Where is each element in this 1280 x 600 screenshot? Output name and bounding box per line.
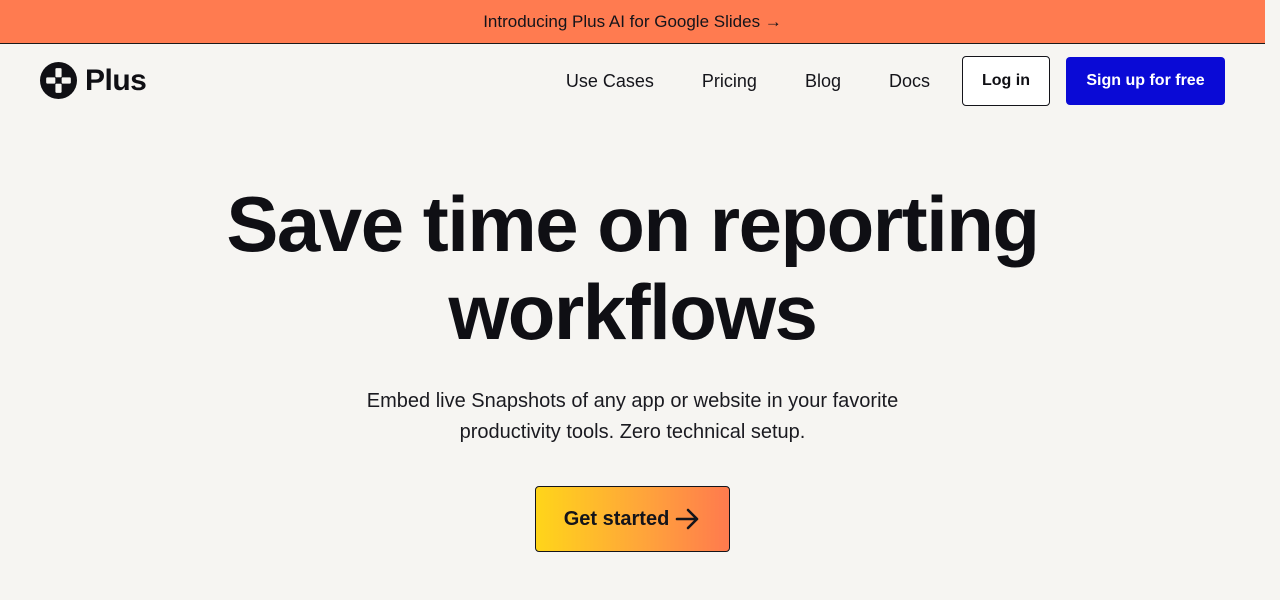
plus-logo-icon <box>40 62 77 99</box>
announcement-banner[interactable]: Introducing Plus AI for Google Slides → <box>0 0 1265 44</box>
brand-logo[interactable]: Plus <box>40 62 147 99</box>
brand-name: Plus <box>85 63 147 97</box>
headline-line-2: workflows <box>448 268 818 356</box>
headline-line-1: Save time on reporting <box>226 180 1040 268</box>
subhead-line-2: productivity tools. Zero technical setup… <box>459 421 806 443</box>
hero-subheading: Embed live Snapshots of any app or websi… <box>333 386 933 448</box>
hero-section: Save time on reporting workflows Embed l… <box>0 180 1265 448</box>
nav-links: Use Cases Pricing Blog Docs Log in Sign … <box>566 56 1225 106</box>
nav-link-docs[interactable]: Docs <box>889 71 930 92</box>
login-button[interactable]: Log in <box>962 56 1050 106</box>
hero-headline: Save time on reporting workflows <box>0 180 1265 356</box>
get-started-label: Get started <box>563 507 670 530</box>
arrow-right-icon <box>675 508 699 530</box>
nav-link-blog[interactable]: Blog <box>805 71 841 92</box>
nav-link-pricing[interactable]: Pricing <box>702 71 757 92</box>
nav-link-use-cases[interactable]: Use Cases <box>566 71 654 92</box>
subhead-line-1: Embed live Snapshots of any app or websi… <box>366 390 899 412</box>
announcement-text[interactable]: Introducing Plus AI for Google Slides → <box>483 12 782 32</box>
signup-button[interactable]: Sign up for free <box>1066 57 1225 105</box>
top-navigation: Plus Use Cases Pricing Blog Docs Log in … <box>0 44 1265 120</box>
get-started-button[interactable]: Get started <box>535 486 730 552</box>
